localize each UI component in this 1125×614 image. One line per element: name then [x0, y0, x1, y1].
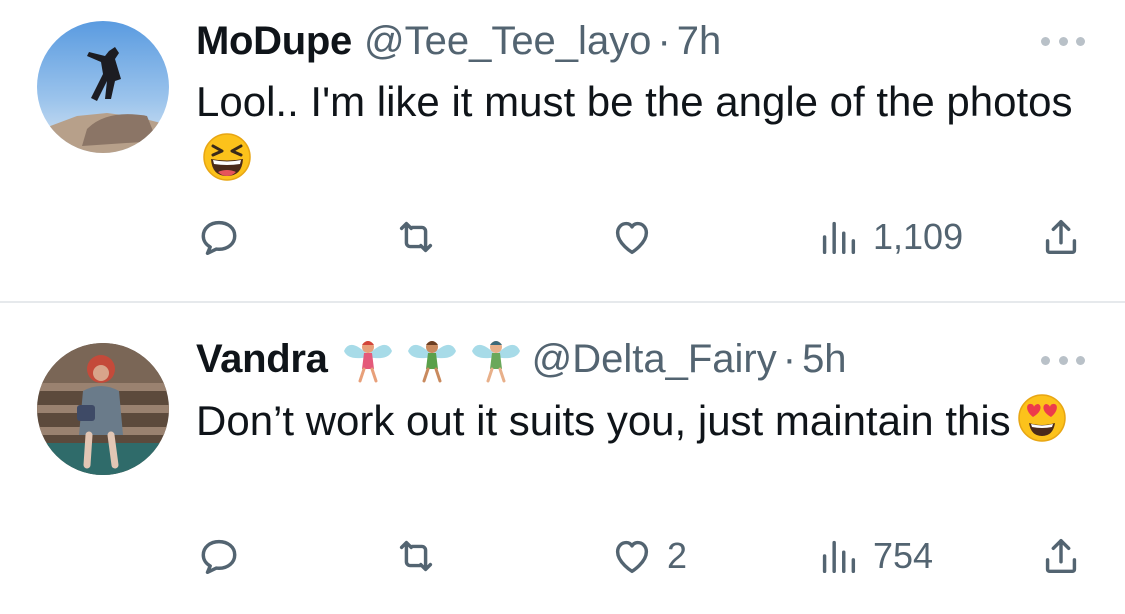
more-icon[interactable]: [1041, 34, 1085, 48]
timestamp[interactable]: 7h: [677, 17, 722, 65]
reply-button[interactable]: [196, 209, 242, 265]
fairy-emoji: [340, 331, 396, 387]
avatar[interactable]: [37, 343, 169, 475]
views-icon: [822, 221, 856, 255]
retweet-button[interactable]: [393, 209, 439, 265]
heart-eyes-face-emoji: [1017, 393, 1067, 443]
share-icon: [1045, 219, 1077, 255]
tweet-actions: 1,109: [0, 209, 1125, 265]
reply-feed: MoDupe @Tee_Tee_layo · 7h Lool.. I'm lik…: [0, 0, 1125, 614]
fairy-emoji: [468, 331, 524, 387]
share-button[interactable]: [1038, 528, 1084, 584]
heart-icon: [615, 540, 649, 574]
like-count: 2: [667, 535, 688, 576]
tweet-header: Vandra @Delta_Fairy · 5h: [196, 335, 847, 383]
laughing-squinting-face-emoji: [202, 132, 252, 182]
retweet-icon: [399, 221, 433, 253]
tweet-actions: 2 754: [0, 528, 1125, 584]
separator-dot: ·: [782, 337, 797, 381]
tweet-text-content: Lool.. I'm like it must be the angle of …: [196, 78, 1073, 125]
user-handle[interactable]: @Delta_Fairy: [532, 335, 777, 383]
timestamp[interactable]: 5h: [802, 335, 847, 383]
share-button[interactable]: [1038, 209, 1084, 265]
share-icon: [1045, 538, 1077, 574]
avatar[interactable]: [37, 21, 169, 153]
user-handle[interactable]: @Tee_Tee_layo: [364, 17, 651, 65]
heart-icon: [615, 221, 649, 255]
like-button[interactable]: 2: [609, 528, 687, 584]
reply-icon: [201, 539, 237, 575]
tweet-header: MoDupe @Tee_Tee_layo · 7h: [196, 17, 721, 65]
views-button[interactable]: 1,109: [815, 209, 963, 265]
tweet[interactable]: MoDupe @Tee_Tee_layo · 7h Lool.. I'm lik…: [0, 0, 1125, 302]
retweet-icon: [399, 540, 433, 572]
views-icon: [822, 540, 856, 574]
view-count: 754: [873, 535, 934, 576]
display-name[interactable]: Vandra: [196, 335, 328, 383]
tweet-text: Lool.. I'm like it must be the angle of …: [196, 73, 1076, 189]
reply-icon: [201, 220, 237, 256]
tweet-text-content: Don’t work out it suits you, just mainta…: [196, 397, 1011, 444]
display-name[interactable]: MoDupe: [196, 17, 352, 65]
views-button[interactable]: 754: [815, 528, 933, 584]
tweet-text: Don’t work out it suits you, just mainta…: [196, 392, 1076, 450]
retweet-button[interactable]: [393, 528, 439, 584]
reply-button[interactable]: [196, 528, 242, 584]
tweet[interactable]: Vandra @Delta_Fairy · 5h Don’t work out …: [0, 303, 1125, 614]
fairy-emoji: [404, 331, 460, 387]
separator-dot: ·: [657, 19, 671, 63]
view-count: 1,109: [873, 216, 964, 257]
like-button[interactable]: [609, 209, 667, 265]
more-icon[interactable]: [1041, 353, 1085, 367]
